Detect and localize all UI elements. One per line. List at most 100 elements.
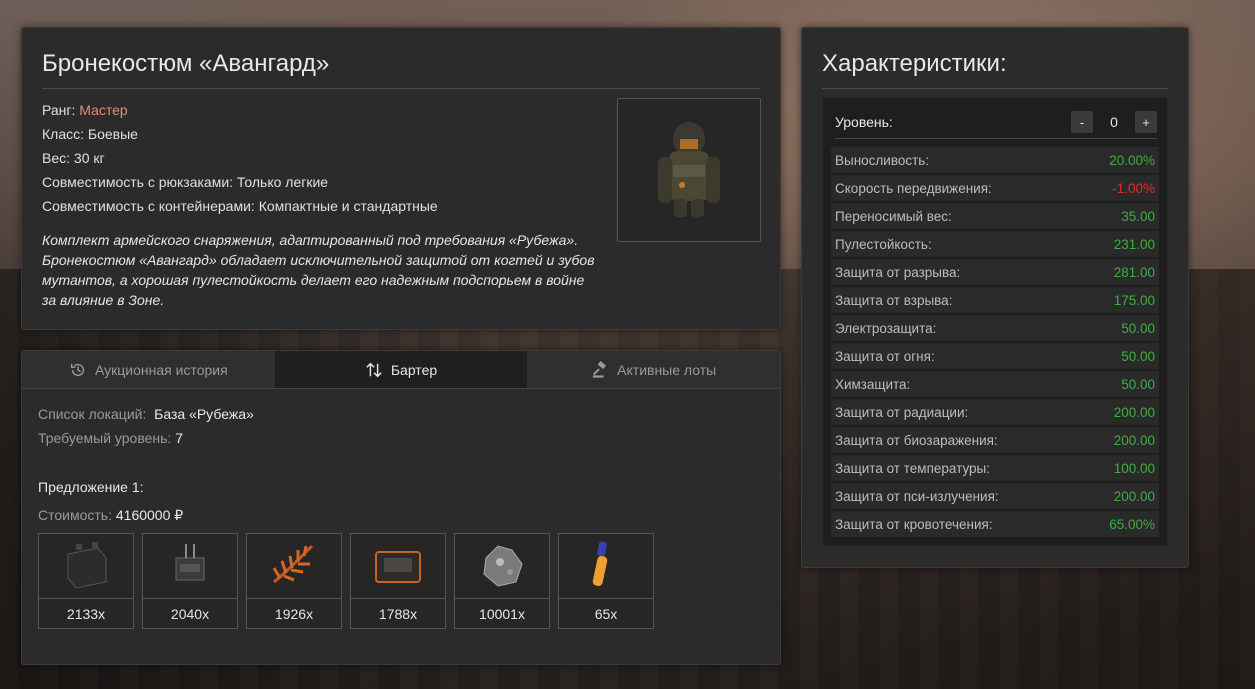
ore-icon bbox=[483, 545, 523, 587]
stat-value: 65.00% bbox=[1109, 516, 1155, 532]
cost-line: Стоимость: 4160000 ₽ bbox=[38, 507, 183, 524]
stat-name: Электрозащита: bbox=[835, 320, 937, 336]
case-icon bbox=[375, 551, 421, 583]
item-quantity: 1926x bbox=[247, 598, 341, 628]
cost-label: Стоимость: bbox=[38, 507, 112, 523]
cost-value: 4160000 ₽ bbox=[115, 507, 184, 523]
stat-name: Выносливость: bbox=[835, 152, 930, 168]
stat-row: Пулестойкость: 231.00 bbox=[831, 231, 1159, 257]
tab-barter[interactable]: Бартер bbox=[274, 351, 528, 388]
item-description: Комплект армейского снаряжения, адаптиро… bbox=[42, 232, 595, 308]
stat-row: Защита от биозаражения: 200.00 bbox=[831, 427, 1159, 453]
tab-active-lots[interactable]: Активные лоты bbox=[527, 351, 781, 388]
item-properties: Ранг: Мастер Класс: Боевые Вес: 30 кг Со… bbox=[42, 98, 438, 218]
level-value: 0 bbox=[1110, 114, 1118, 130]
item-image bbox=[617, 98, 761, 242]
stat-value: 200.00 bbox=[1113, 404, 1155, 420]
level-label: Уровень: bbox=[835, 114, 893, 130]
barter-item[interactable]: 1788x bbox=[350, 533, 446, 629]
item-info-panel: Бронекостюм «Авангард» Ранг: Мастер Клас… bbox=[21, 27, 781, 330]
trade-panel: Аукционная история Бартер Активные лоты … bbox=[21, 350, 781, 665]
level-increase-button[interactable]: + bbox=[1135, 111, 1157, 133]
stat-value: 200.00 bbox=[1113, 432, 1155, 448]
stat-name: Защита от биозаражения: bbox=[835, 432, 998, 448]
gavel-icon bbox=[592, 360, 607, 378]
required-level-label: Требуемый уровень: bbox=[38, 430, 172, 446]
rank-value: Мастер bbox=[79, 102, 128, 118]
item-quantity: 1788x bbox=[351, 598, 445, 628]
required-level-value: 7 bbox=[175, 430, 184, 446]
device-icon bbox=[175, 544, 205, 581]
stat-row: Скорость передвижения: -1.00% bbox=[831, 175, 1159, 201]
stat-name: Защита от температуры: bbox=[835, 460, 990, 476]
stats-panel: Характеристики: Уровень: - 0 + Выносливо… bbox=[801, 27, 1189, 568]
stat-value: 50.00 bbox=[1121, 348, 1155, 364]
tab-label: Бартер bbox=[390, 361, 438, 378]
locations-value: База «Рубежа» bbox=[154, 406, 254, 422]
armor-suit-icon bbox=[658, 122, 720, 217]
stat-name: Защита от радиации: bbox=[835, 404, 969, 420]
stat-name: Защита от разрыва: bbox=[835, 264, 961, 280]
vial-icon bbox=[592, 541, 608, 586]
item-quantity: 2133x bbox=[39, 598, 133, 628]
swap-arrows-icon bbox=[366, 362, 382, 377]
stat-row: Защита от кровотечения: 65.00% bbox=[831, 511, 1159, 537]
stat-value: 50.00 bbox=[1121, 320, 1155, 336]
stat-row: Химзащита: 50.00 bbox=[831, 371, 1159, 397]
barter-item[interactable]: 2133x bbox=[38, 533, 134, 629]
stat-name: Переносимый вес: bbox=[835, 208, 952, 224]
item-title: Бронекостюм «Авангард» bbox=[42, 50, 330, 77]
barter-item[interactable]: 2040x bbox=[142, 533, 238, 629]
stats-title: Характеристики: bbox=[822, 50, 1007, 77]
item-quantity: 2040x bbox=[143, 598, 237, 628]
stat-name: Скорость передвижения: bbox=[835, 180, 992, 196]
stat-row: Защита от температуры: 100.00 bbox=[831, 455, 1159, 481]
stat-value: 50.00 bbox=[1121, 376, 1155, 392]
stat-list: Выносливость: 20.00% Скорость передвижени… bbox=[831, 147, 1159, 539]
barter-item[interactable]: 10001x bbox=[454, 533, 550, 629]
container-compat: Совместимость с контейнерами: Компактные… bbox=[42, 198, 438, 214]
item-quantity: 10001x bbox=[455, 598, 549, 628]
stat-value: 281.00 bbox=[1113, 264, 1155, 280]
title-divider bbox=[42, 88, 760, 89]
stat-row: Защита от пси-излучения: 200.00 bbox=[831, 483, 1159, 509]
stat-row: Защита от огня: 50.00 bbox=[831, 343, 1159, 369]
stat-row: Электрозащита: 50.00 bbox=[831, 315, 1159, 341]
item-rank: Ранг: Мастер bbox=[42, 98, 438, 122]
stat-name: Защита от пси-излучения: bbox=[835, 488, 999, 504]
item-weight: Вес: 30 кг bbox=[42, 150, 105, 166]
tab-label: Аукционная история bbox=[94, 361, 228, 378]
stat-row: Защита от взрыва: 175.00 bbox=[831, 287, 1159, 313]
required-level-line: Требуемый уровень: 7 bbox=[38, 430, 183, 446]
stat-value: -1.00% bbox=[1112, 180, 1155, 196]
stat-name: Пулестойкость: bbox=[835, 236, 932, 252]
barter-items: 2133x 2040x 1926x 1788x 10001x 65x bbox=[38, 533, 654, 629]
stat-row: Выносливость: 20.00% bbox=[831, 147, 1159, 173]
stat-value: 231.00 bbox=[1113, 236, 1155, 252]
level-decrease-button[interactable]: - bbox=[1071, 111, 1093, 133]
stat-value: 20.00% bbox=[1109, 152, 1155, 168]
history-icon bbox=[70, 363, 85, 376]
battery-icon bbox=[67, 542, 107, 589]
fern-icon bbox=[272, 544, 314, 584]
stat-value: 200.00 bbox=[1113, 488, 1155, 504]
stat-name: Защита от кровотечения: bbox=[835, 516, 993, 532]
stat-row: Защита от радиации: 200.00 bbox=[831, 399, 1159, 425]
item-quantity: 65x bbox=[559, 598, 653, 628]
level-row: Уровень: - 0 + bbox=[835, 106, 1157, 139]
barter-item[interactable]: 1926x bbox=[246, 533, 342, 629]
stat-value: 35.00 bbox=[1121, 208, 1155, 224]
locations-line: Список локаций: База «Рубежа» bbox=[38, 406, 254, 422]
item-class: Класс: Боевые bbox=[42, 126, 138, 142]
stat-name: Химзащита: bbox=[835, 376, 911, 392]
tab-auction-history[interactable]: Аукционная история bbox=[22, 351, 275, 388]
stat-name: Защита от огня: bbox=[835, 348, 935, 364]
barter-item[interactable]: 65x bbox=[558, 533, 654, 629]
rank-label: Ранг: bbox=[42, 102, 76, 118]
locations-label: Список локаций: bbox=[38, 406, 147, 422]
stats-box: Уровень: - 0 + Выносливость: 20.00% Скоро… bbox=[823, 98, 1167, 546]
stat-value: 175.00 bbox=[1113, 292, 1155, 308]
offer-title: Предложение 1: bbox=[38, 479, 144, 495]
trade-tabs: Аукционная история Бартер Активные лоты bbox=[22, 351, 781, 389]
backpack-compat: Совместимость с рюкзаками: Только легкие bbox=[42, 174, 329, 190]
